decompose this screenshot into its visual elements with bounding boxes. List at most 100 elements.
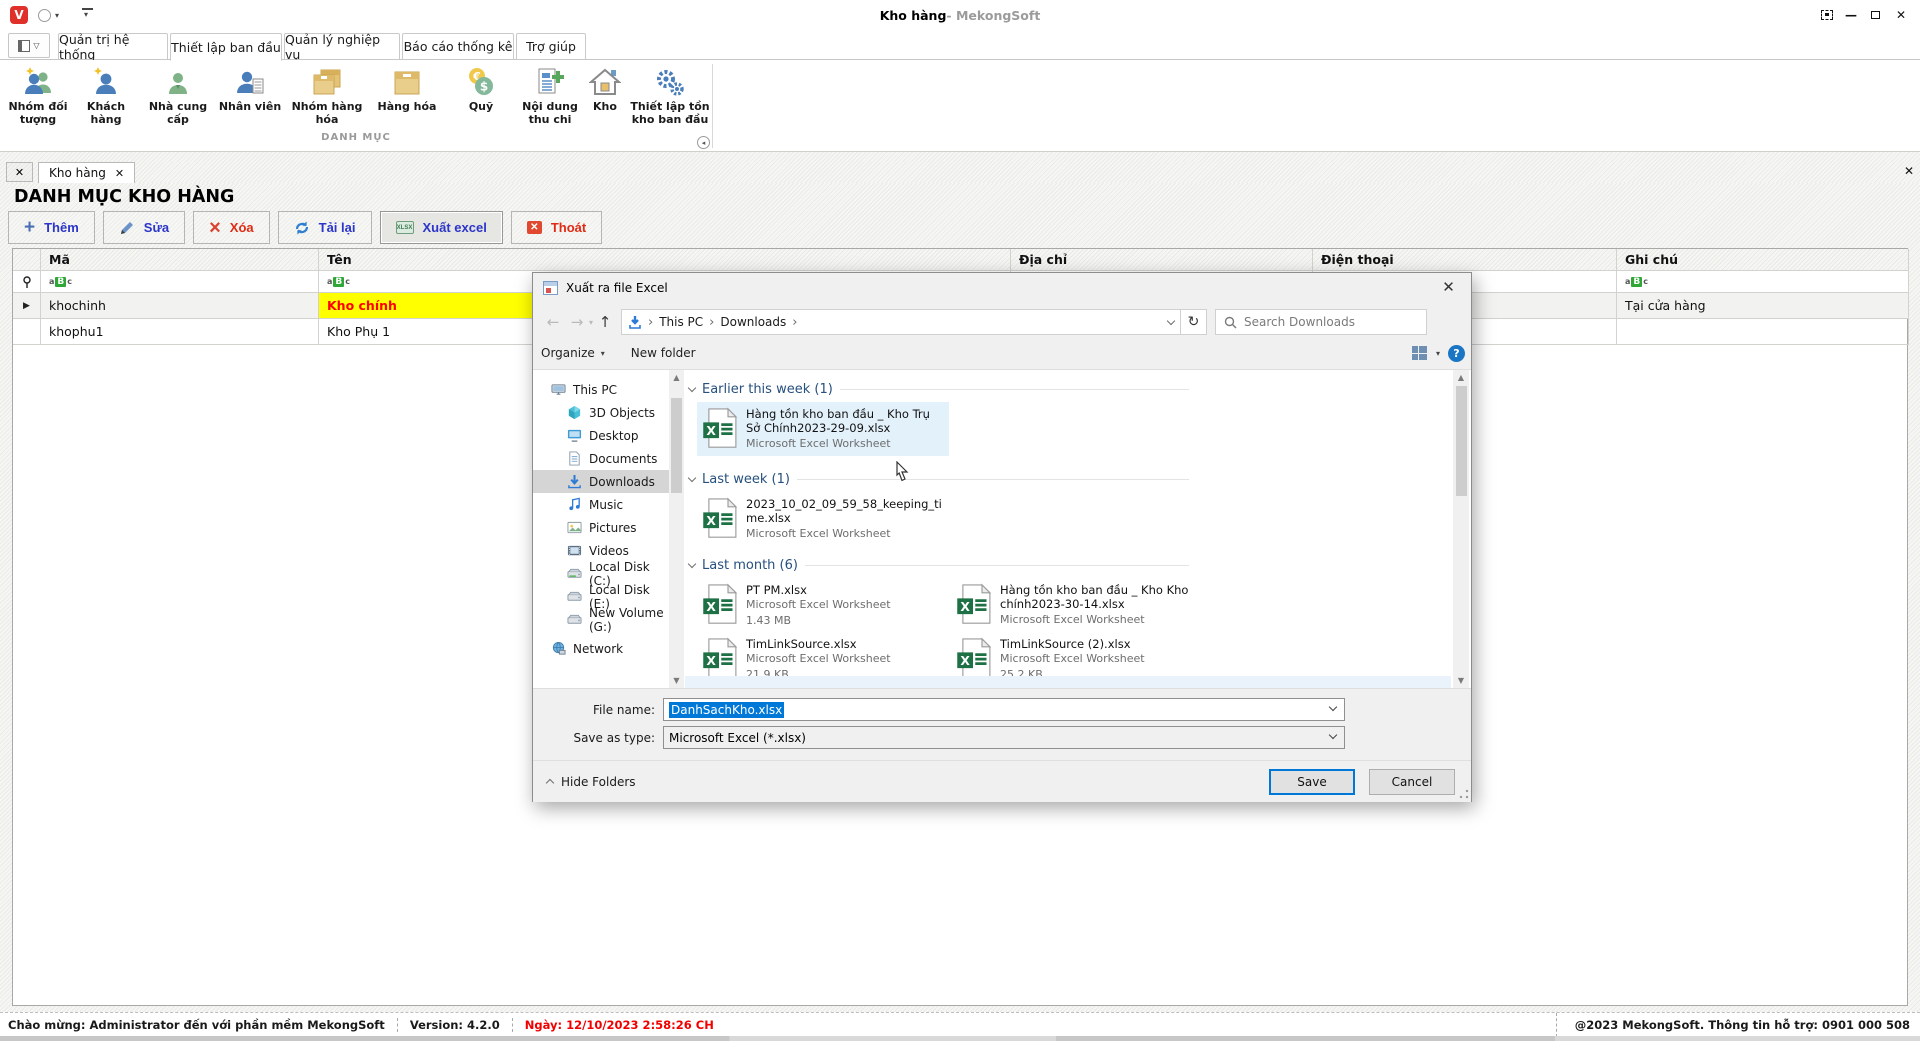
tree-item-3d-objects[interactable]: 3D Objects <box>533 401 669 424</box>
ribbon-collapse-button[interactable]: ◂ <box>697 136 710 149</box>
ribbon-item-object-group[interactable]: Nhóm đối tượng <box>6 66 70 126</box>
file-list-vertical-scrollbar[interactable]: ▲ ▼ <box>1453 370 1469 688</box>
tabstrip-close-icon[interactable]: ✕ <box>1904 164 1914 178</box>
abc-filter-icon: aBc <box>327 277 350 287</box>
back-icon[interactable]: ← <box>541 313 565 331</box>
up-icon[interactable]: ↑ <box>593 313 617 331</box>
restore-icon <box>1871 11 1880 19</box>
file-item-selected[interactable]: X Hàng tồn kho ban đầu _ Kho Trụ Sở Chín… <box>697 402 949 456</box>
new-folder-button[interactable]: New folder <box>631 346 696 360</box>
column-header-ten[interactable]: Tên <box>319 249 1011 271</box>
dialog-close-button[interactable]: ✕ <box>1426 273 1471 301</box>
tree-item-this-pc[interactable]: This PC <box>533 378 669 401</box>
file-item[interactable]: X PT PM.xlsxMicrosoft Excel Worksheet1.4… <box>697 578 949 633</box>
ribbon-item-product-groups[interactable]: Nhóm hàng hóa <box>288 66 366 126</box>
tab-kho-hang[interactable]: Kho hàng ✕ <box>38 162 135 183</box>
scrollbar-thumb[interactable] <box>1456 386 1467 496</box>
ribbon-item-products[interactable]: Hàng hóa <box>372 66 442 114</box>
breadcrumb-downloads[interactable]: Downloads <box>720 315 786 329</box>
address-dropdown-icon[interactable] <box>1167 317 1175 325</box>
forward-icon[interactable]: → <box>565 313 589 331</box>
ribbon-tab-initial-setup[interactable]: Thiết lập ban đầu <box>170 33 282 61</box>
file-item[interactable]: X 2023_10_02_09_59_58_keeping_time.xlsxM… <box>697 492 949 546</box>
file-name-input[interactable]: DanhSachKho.xlsx <box>663 698 1345 721</box>
cell-ghi-chu[interactable]: Tại cửa hàng <box>1617 293 1909 319</box>
ribbon-tab-system-admin[interactable]: Quản trị hệ thống <box>58 33 168 60</box>
hide-folders-button[interactable]: Hide Folders <box>547 775 636 789</box>
breadcrumb-separator: › <box>648 315 653 330</box>
help-icon[interactable]: ? <box>1448 345 1465 362</box>
fullscreen-button[interactable] <box>1816 6 1838 24</box>
add-button[interactable]: Thêm <box>8 211 95 244</box>
tree-item-pictures[interactable]: Pictures <box>533 516 669 539</box>
close-all-tabs-button[interactable]: ✕ <box>6 162 33 182</box>
view-toggle-icon[interactable] <box>1412 346 1428 360</box>
cell-ma[interactable]: khochinh <box>41 293 319 319</box>
tree-item-downloads[interactable]: Downloads <box>533 470 669 493</box>
view-toggle-caret-icon[interactable]: ▾ <box>1436 349 1440 358</box>
ribbon-item-customers[interactable]: Khách hàng <box>74 66 138 126</box>
tree-item-documents[interactable]: Documents <box>533 447 669 470</box>
filter-cell-ghi-chu[interactable]: aBc <box>1617 271 1909 293</box>
tree-item-desktop[interactable]: Desktop <box>533 424 669 447</box>
ribbon-item-suppliers[interactable]: Nhà cung cấp <box>144 66 212 126</box>
ribbon-item-funds[interactable]: €$ Quỹ <box>452 66 510 114</box>
file-name: TimLinkSource (2).xlsx <box>1000 637 1131 651</box>
file-name: Hàng tồn kho ban đầu _ Kho Kho chính2023… <box>1000 583 1188 611</box>
product-icon <box>391 66 423 98</box>
tree-item-new-volume-g[interactable]: New Volume (G:) <box>533 608 669 631</box>
tree-item-music[interactable]: Music <box>533 493 669 516</box>
column-header-dia-chi[interactable]: Địa chỉ <box>1011 249 1313 271</box>
restore-button[interactable] <box>1864 6 1886 24</box>
file-list-horizontal-scrollbar[interactable] <box>685 676 1451 688</box>
ribbon-tab-help[interactable]: Trợ giúp <box>516 33 586 60</box>
search-box[interactable] <box>1215 309 1427 335</box>
save-as-type-select[interactable]: Microsoft Excel (*.xlsx) <box>663 726 1345 749</box>
column-header-dien-thoai[interactable]: Điện thoại <box>1313 249 1617 271</box>
ribbon-item-warehouse[interactable]: Kho <box>584 66 626 114</box>
status-support: @2023 MekongSoft. Thông tin hỗ trợ: 0901… <box>1556 1013 1920 1037</box>
breadcrumb-this-pc[interactable]: This PC <box>659 315 703 329</box>
cell-ghi-chu[interactable] <box>1617 319 1909 345</box>
cell-ma[interactable]: khophu1 <box>41 319 319 345</box>
save-button[interactable]: Save <box>1269 769 1355 795</box>
group-header-last-week[interactable]: Last week (1) <box>689 472 1189 487</box>
group-header-earlier-this-week[interactable]: Earlier this week (1) <box>689 382 1189 397</box>
file-item[interactable]: X Hàng tồn kho ban đầu _ Kho Kho chính20… <box>951 578 1203 632</box>
group-header-last-month[interactable]: Last month (6) <box>689 558 1189 573</box>
refresh-button[interactable]: ↻ <box>1181 309 1207 335</box>
scrollbar-thumb[interactable] <box>671 398 682 493</box>
close-button[interactable]: ✕ <box>1890 6 1912 24</box>
application-menu-button[interactable]: ▽ <box>8 33 50 58</box>
reload-button[interactable]: Tải lại <box>278 211 372 244</box>
tree-item-network[interactable]: Network <box>533 637 669 660</box>
ribbon-item-income-expense[interactable]: Nội dung thu chi <box>514 66 586 126</box>
column-header-ghi-chu[interactable]: Ghi chú <box>1617 249 1909 271</box>
ribbon-item-initial-stock[interactable]: Thiết lập tồn kho ban đầu <box>628 66 712 126</box>
resize-grip[interactable] <box>1459 789 1469 799</box>
ribbon-item-employees[interactable]: Nhân viên <box>216 66 284 114</box>
minimize-button[interactable]: — <box>1840 6 1862 24</box>
edit-button[interactable]: Sửa <box>103 211 185 244</box>
music-icon <box>567 497 582 512</box>
cancel-button[interactable]: Cancel <box>1369 769 1455 795</box>
export-excel-button[interactable]: XLSXXuất excel <box>380 211 503 244</box>
product-group-icon <box>311 66 343 98</box>
pencil-icon <box>119 220 135 236</box>
ribbon-item-label: Nhóm hàng hóa <box>288 101 366 126</box>
organize-button[interactable]: Organize▾ <box>541 346 605 360</box>
address-bar[interactable]: › This PC › Downloads › <box>621 309 1181 335</box>
ribbon-tab-reports[interactable]: Báo cáo thống kê <box>402 33 514 60</box>
ribbon-tab-operations[interactable]: Quản lý nghiệp vụ <box>284 33 400 60</box>
tab-close-icon[interactable]: ✕ <box>115 167 124 180</box>
dialog-titlebar[interactable]: Xuất ra file Excel ✕ <box>533 273 1471 303</box>
dialog-form-icon <box>543 281 558 295</box>
filter-pin-cell[interactable] <box>13 271 41 293</box>
filter-cell-ma[interactable]: aBc <box>41 271 319 293</box>
tree-scrollbar[interactable]: ▲ ▼ <box>669 370 684 688</box>
exit-button[interactable]: ✕Thoát <box>511 211 602 244</box>
chevron-down-icon <box>688 384 696 392</box>
search-input[interactable] <box>1244 315 1404 329</box>
column-header-ma[interactable]: Mã <box>41 249 319 271</box>
delete-button[interactable]: Xóa <box>193 211 270 244</box>
